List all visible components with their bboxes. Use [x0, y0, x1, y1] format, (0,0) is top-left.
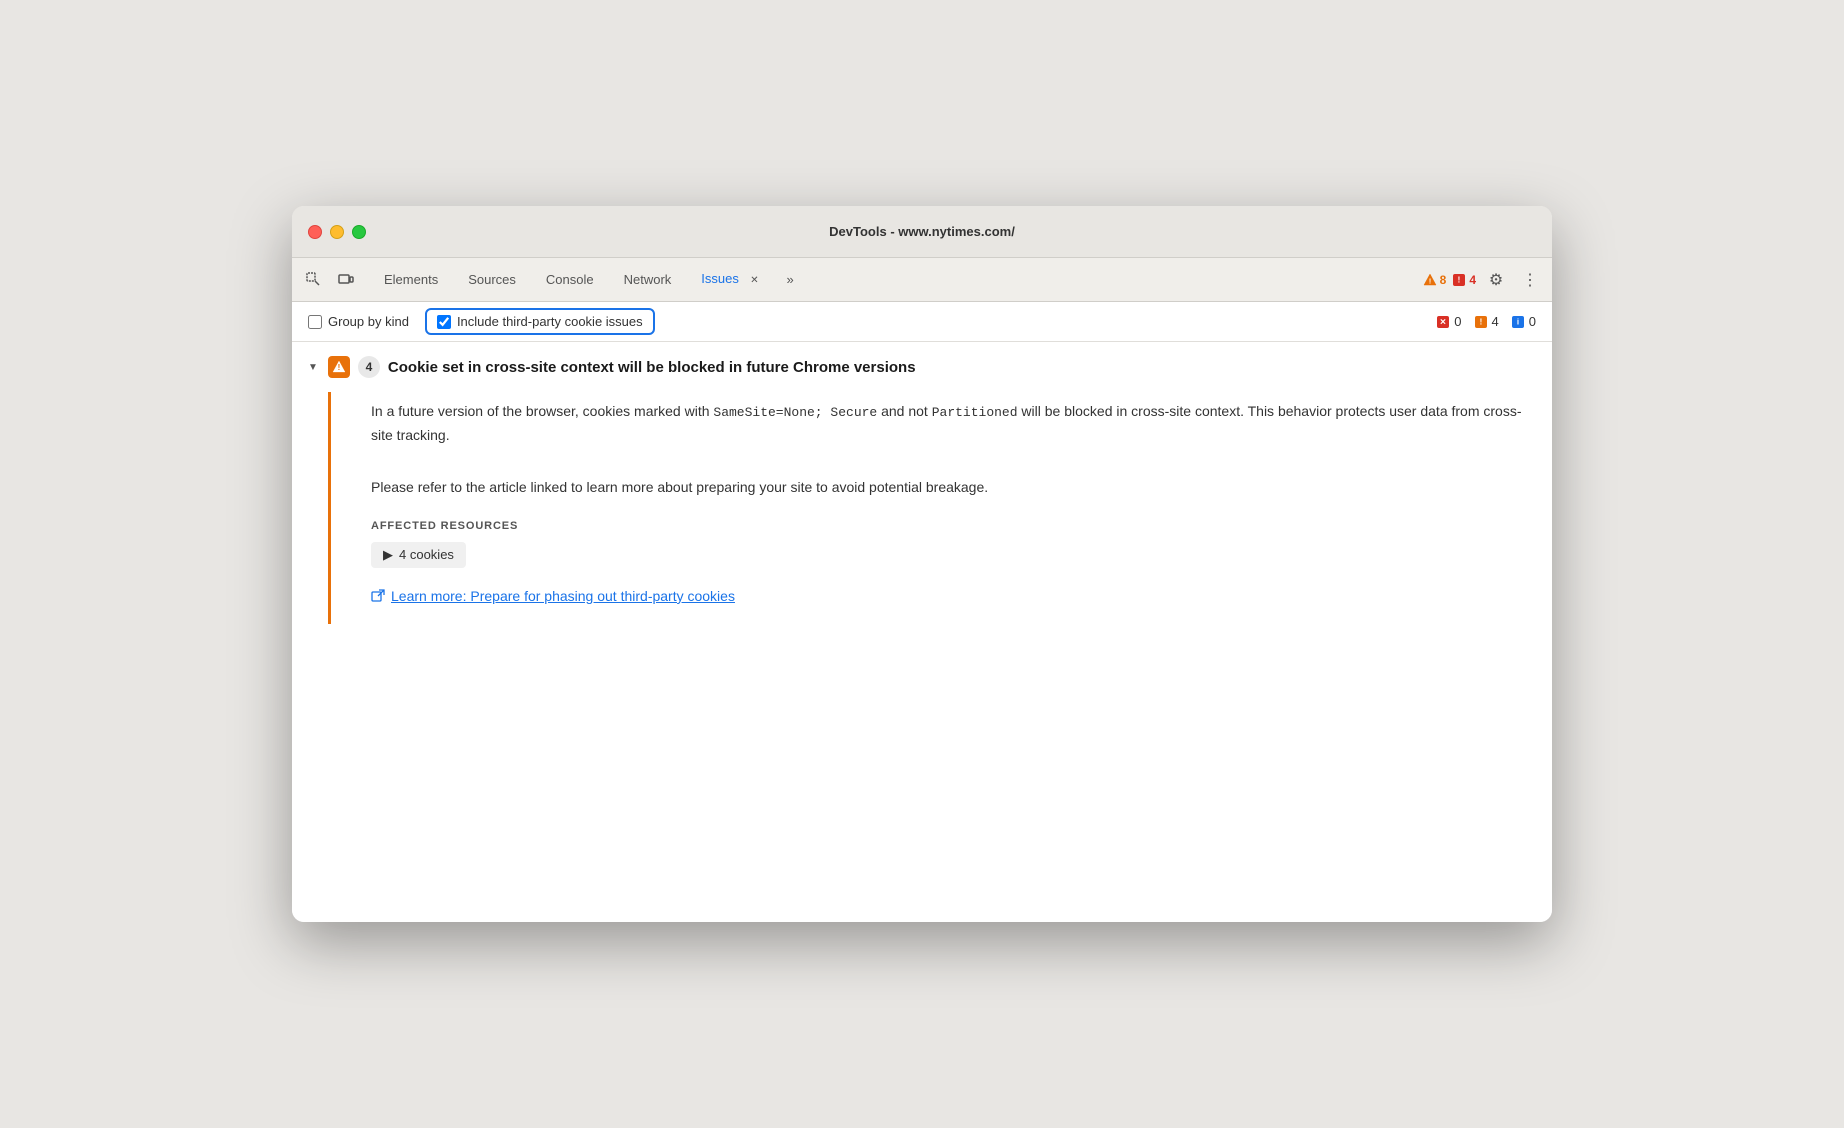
tabbar-right: ! 8 ! 4 ⚙ ⋮ [1423, 266, 1544, 294]
issue-warning-icon: ! [332, 360, 346, 374]
error-badge: ! 4 [1452, 273, 1476, 287]
svg-text:!: ! [1458, 275, 1461, 284]
close-button[interactable] [308, 225, 322, 239]
svg-text:✕: ✕ [1440, 317, 1447, 326]
filterbar: Group by kind Include third-party cookie… [292, 302, 1552, 342]
warning-badge: ! 8 [1423, 273, 1447, 287]
error-filter-count: ✕ 0 [1436, 314, 1461, 329]
warning-filter-count: ! 4 [1474, 314, 1499, 329]
info-filter-count: i 0 [1511, 314, 1536, 329]
svg-text:!: ! [1479, 317, 1482, 326]
cookies-toggle-arrow: ▶ [383, 547, 393, 563]
more-options-icon[interactable]: ⋮ [1516, 266, 1544, 294]
minimize-button[interactable] [330, 225, 344, 239]
code-samesite: SameSite=None; Secure [713, 405, 877, 420]
tabbar: Elements Sources Console Network Issues … [292, 258, 1552, 302]
svg-text:i: i [1517, 317, 1519, 326]
tab-issues[interactable]: Issues ✕ [687, 265, 776, 295]
issue-description-1: In a future version of the browser, cook… [371, 392, 1532, 448]
issue-header[interactable]: ▼ ! 4 Cookie set in cross-site context w… [292, 342, 1552, 392]
error-square-icon: ! [1452, 273, 1466, 287]
external-link-icon [371, 589, 385, 603]
include-third-party-label[interactable]: Include third-party cookie issues [437, 314, 643, 329]
maximize-button[interactable] [352, 225, 366, 239]
issue-body: In a future version of the browser, cook… [328, 392, 1552, 624]
include-third-party-checkbox[interactable] [437, 315, 451, 329]
more-tabs-button[interactable]: » [779, 266, 802, 293]
warning-filter-icon: ! [1474, 315, 1488, 329]
main-content: ▼ ! 4 Cookie set in cross-site context w… [292, 342, 1552, 922]
inspect-element-icon[interactable] [300, 266, 328, 294]
devtools-window: DevTools - www.nytimes.com/ Elements Sou… [292, 206, 1552, 922]
error-filter-icon: ✕ [1436, 315, 1450, 329]
chevron-down-icon: ▼ [308, 362, 318, 373]
tab-sources[interactable]: Sources [454, 266, 530, 293]
code-partitioned: Partitioned [932, 405, 1018, 420]
window-title: DevTools - www.nytimes.com/ [829, 224, 1015, 239]
learn-more-label: Learn more: Prepare for phasing out thir… [391, 588, 735, 604]
cookies-toggle[interactable]: ▶ 4 cookies [371, 542, 466, 568]
devtools-icons [300, 266, 360, 294]
third-party-cookie-wrapper: Include third-party cookie issues [425, 308, 655, 335]
affected-resources-label: AFFECTED RESOURCES [371, 520, 1532, 532]
titlebar: DevTools - www.nytimes.com/ [292, 206, 1552, 258]
info-filter-icon: i [1511, 315, 1525, 329]
issue-count-bubble: 4 [358, 356, 380, 378]
learn-more-link[interactable]: Learn more: Prepare for phasing out thir… [371, 588, 1532, 604]
svg-text:!: ! [1428, 278, 1430, 285]
tab-console[interactable]: Console [532, 266, 608, 293]
traffic-lights [308, 225, 366, 239]
tab-close-issues[interactable]: ✕ [747, 272, 763, 288]
tab-elements[interactable]: Elements [370, 266, 452, 293]
settings-icon[interactable]: ⚙ [1482, 266, 1510, 294]
issue-group: ▼ ! 4 Cookie set in cross-site context w… [292, 342, 1552, 624]
svg-text:!: ! [338, 363, 341, 372]
issue-title: Cookie set in cross-site context will be… [388, 359, 916, 376]
issue-severity-badge: ! [328, 356, 350, 378]
tab-network[interactable]: Network [610, 266, 686, 293]
issue-description-2: Please refer to the article linked to le… [371, 468, 1532, 500]
filter-counts: ✕ 0 ! 4 i 0 [1436, 314, 1536, 329]
warning-triangle-icon: ! [1423, 273, 1437, 287]
group-by-kind-checkbox[interactable] [308, 315, 322, 329]
error-count: 4 [1469, 273, 1476, 287]
group-by-kind-label[interactable]: Group by kind [308, 314, 409, 329]
device-toolbar-icon[interactable] [332, 266, 360, 294]
warning-count: 8 [1440, 273, 1447, 287]
cookies-toggle-label: 4 cookies [399, 547, 454, 562]
